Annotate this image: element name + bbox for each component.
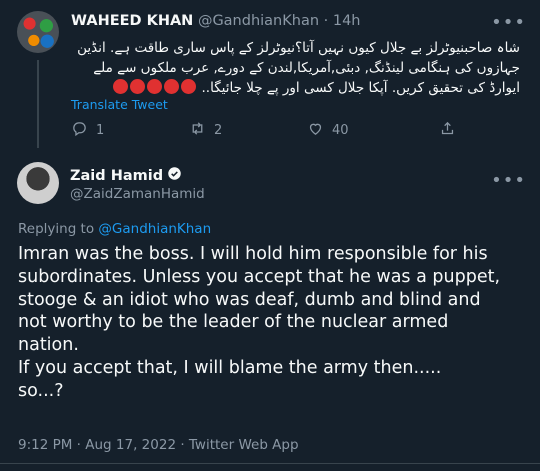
reply-icon	[71, 120, 88, 141]
tweet-line: subordinates. Unless you accept that he …	[18, 266, 501, 287]
tweet-actions: 1 2 40	[71, 120, 531, 140]
replying-to: Replying to @GandhianKhan	[18, 221, 211, 237]
more-options-icon[interactable]: •••	[491, 170, 526, 191]
translate-tweet-link[interactable]: Translate Tweet	[71, 97, 168, 112]
tweet-line: nation.	[18, 335, 79, 356]
retweet-icon	[189, 120, 206, 141]
avatar[interactable]	[17, 162, 59, 204]
tweet-line: so...?	[18, 380, 64, 401]
reply-action[interactable]: 1	[71, 120, 104, 141]
heart-icon	[307, 120, 324, 141]
share-action[interactable]	[439, 120, 456, 141]
avatar[interactable]	[17, 11, 59, 53]
replying-prefix: Replying to	[18, 221, 95, 237]
tweet-text: Imran was the boss. I will hold him resp…	[18, 243, 523, 403]
tweet-text: شاہ صاحبنیوٹرلز بے جلال کیوں نہیں آتا؟نی…	[72, 38, 520, 98]
more-options-icon[interactable]: •••	[491, 12, 526, 33]
author-name[interactable]: WAHEED KHAN	[71, 13, 193, 29]
author-meta[interactable]: @GandhianKhan · 14h	[198, 13, 361, 29]
tweet-line: stooge & an idiot who was deaf, dumb and…	[18, 289, 481, 310]
reply-count: 1	[96, 123, 105, 138]
like-action[interactable]: 40	[307, 120, 349, 141]
tweet-line: not worthy to be the leader of the nucle…	[18, 312, 449, 333]
retweet-count: 2	[214, 123, 223, 138]
verified-badge-icon	[167, 166, 182, 185]
thread-connector-line	[37, 60, 39, 148]
share-icon	[439, 120, 456, 141]
replying-handle-link[interactable]: @GandhianKhan	[98, 221, 211, 237]
author-handle[interactable]: @ZaidZamanHamid	[70, 186, 205, 202]
like-count: 40	[332, 123, 349, 138]
tweet-timestamp[interactable]: 9:12 PM · Aug 17, 2022 · Twitter Web App	[18, 437, 299, 453]
tweet-line: Imran was the boss. I will hold him resp…	[18, 244, 488, 264]
parent-tweet-header: WAHEED KHAN @GandhianKhan · 14h	[71, 13, 361, 29]
parent-tweet[interactable]: WAHEED KHAN @GandhianKhan · 14h ••• شاہ …	[0, 0, 540, 148]
author-name[interactable]: Zaid Hamid	[70, 168, 163, 184]
divider	[0, 463, 540, 464]
retweet-action[interactable]: 2	[189, 120, 222, 141]
tweet-line: If you accept that, I will blame the arm…	[18, 357, 442, 378]
author-name-row: Zaid Hamid	[70, 166, 182, 185]
angry-emoji-icons	[112, 79, 197, 96]
